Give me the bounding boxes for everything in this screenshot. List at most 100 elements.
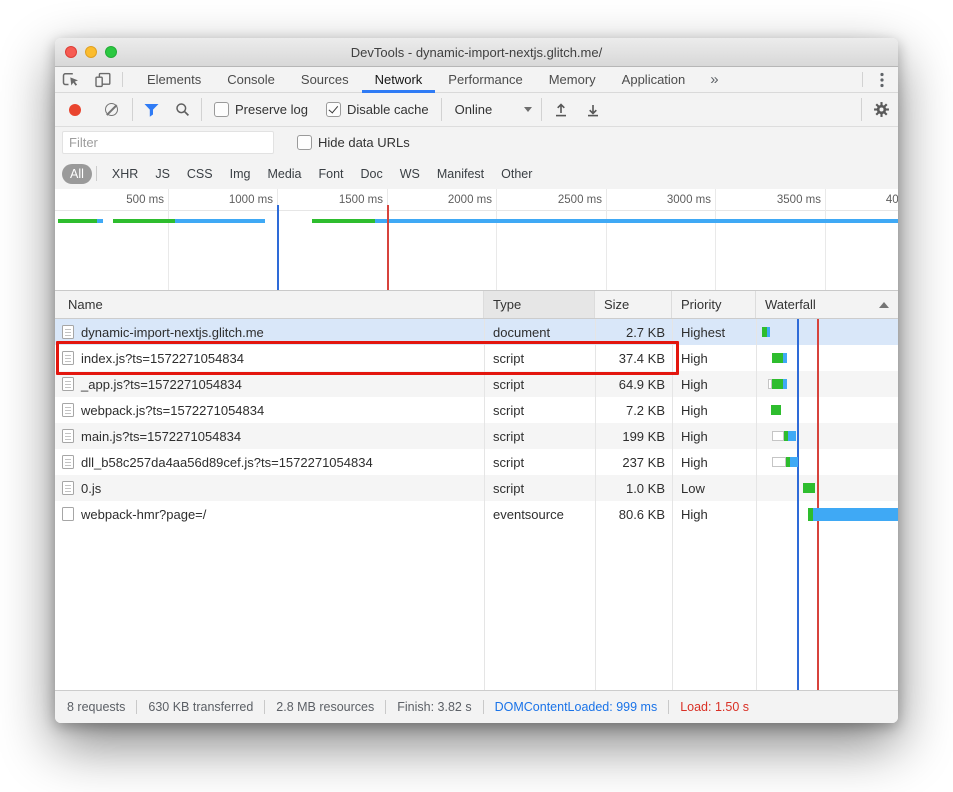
document-icon [62, 377, 74, 391]
separator [132, 98, 133, 121]
import-har-button[interactable] [545, 93, 577, 126]
filter-pill-js[interactable]: JS [147, 164, 178, 184]
disable-cache-control: Disable cache [326, 102, 429, 117]
priority-cell: High [672, 345, 756, 371]
waterfall-cell [756, 319, 898, 345]
priority-cell: High [672, 423, 756, 449]
size-cell: 199 KB [595, 423, 672, 449]
inspect-element-button[interactable] [55, 67, 87, 92]
overview-waterfall-bar [175, 219, 265, 223]
waterfall-bar [771, 405, 781, 415]
column-header-waterfall[interactable]: Waterfall [756, 291, 898, 318]
size-cell: 7.2 KB [595, 397, 672, 423]
column-label: Name [68, 297, 103, 312]
table-row[interactable]: _app.js?ts=1572271054834script64.9 KBHig… [55, 371, 898, 397]
status-separator [483, 700, 484, 714]
overview-pane[interactable]: 500 ms1000 ms1500 ms2000 ms2500 ms3000 m… [55, 189, 898, 291]
tab-sources[interactable]: Sources [288, 67, 362, 92]
tab-elements[interactable]: Elements [134, 67, 214, 92]
filter-toggle-button[interactable] [136, 93, 167, 126]
filter-pill-font[interactable]: Font [311, 164, 352, 184]
request-grid: Name Type Size Priority Waterfall dynami… [55, 291, 898, 690]
type-cell: script [484, 475, 595, 501]
filter-pill-ws[interactable]: WS [392, 164, 428, 184]
status-item: 630 KB transferred [148, 700, 253, 714]
export-har-button[interactable] [577, 93, 609, 126]
gear-icon [873, 101, 890, 118]
name-cell: dynamic-import-nextjs.glitch.me [55, 319, 484, 345]
filter-pill-css[interactable]: CSS [179, 164, 221, 184]
preserve-log-checkbox[interactable] [214, 102, 229, 117]
table-row[interactable]: webpack.js?ts=1572271054834script7.2 KBH… [55, 397, 898, 423]
column-header-size[interactable]: Size [595, 291, 672, 318]
status-bar: 8 requests630 KB transferred2.8 MB resou… [55, 690, 898, 723]
throttling-select[interactable]: Online [455, 102, 533, 117]
size-cell: 64.9 KB [595, 371, 672, 397]
disable-cache-checkbox[interactable] [326, 102, 341, 117]
network-settings-button[interactable] [865, 93, 898, 126]
close-window-button[interactable] [65, 46, 77, 58]
minimize-window-button[interactable] [85, 46, 97, 58]
ruler-tick-label: 3000 ms [605, 194, 711, 206]
network-toolbar: Preserve log Disable cache Online [55, 93, 898, 127]
waterfall-bar [772, 431, 784, 441]
devtools-window: DevTools - dynamic-import-nextjs.glitch.… [55, 38, 898, 723]
column-header-name[interactable]: Name [55, 291, 484, 318]
filter-pill-img[interactable]: Img [222, 164, 259, 184]
column-header-type[interactable]: Type [484, 291, 595, 318]
name-cell: index.js?ts=1572271054834 [55, 345, 484, 371]
waterfall-cell [756, 423, 898, 449]
column-separator [595, 319, 596, 690]
status-separator [668, 700, 669, 714]
tab-network[interactable]: Network [362, 67, 436, 92]
table-row[interactable]: 0.jsscript1.0 KBLow [55, 475, 898, 501]
column-label: Type [493, 297, 521, 312]
zoom-window-button[interactable] [105, 46, 117, 58]
request-name: webpack-hmr?page=/ [81, 507, 206, 522]
filter-pill-xhr[interactable]: XHR [104, 164, 146, 184]
name-cell: dll_b58c257da4aa56d89cef.js?ts=157227105… [55, 449, 484, 475]
table-row[interactable]: dynamic-import-nextjs.glitch.medocument2… [55, 319, 898, 345]
filter-pill-media[interactable]: Media [259, 164, 309, 184]
device-toolbar-icon [95, 72, 111, 88]
tab-memory[interactable]: Memory [536, 67, 609, 92]
priority-cell: High [672, 449, 756, 475]
separator [861, 98, 862, 121]
filter-pill-all[interactable]: All [62, 164, 92, 184]
filter-pill-other[interactable]: Other [493, 164, 540, 184]
table-row[interactable]: main.js?ts=1572271054834script199 KBHigh [55, 423, 898, 449]
disable-cache-label: Disable cache [347, 102, 429, 117]
device-toolbar-button[interactable] [87, 67, 119, 92]
tab-application[interactable]: Application [609, 67, 699, 92]
screenshot-stage: DevTools - dynamic-import-nextjs.glitch.… [0, 0, 953, 792]
chevron-down-icon [524, 107, 532, 112]
waterfall-cell [756, 345, 898, 371]
table-row[interactable]: webpack-hmr?page=/eventsource80.6 KBHigh [55, 501, 898, 527]
name-cell: webpack.js?ts=1572271054834 [55, 397, 484, 423]
tab-performance[interactable]: Performance [435, 67, 535, 92]
column-label: Size [604, 297, 629, 312]
devtools-menu-button[interactable] [866, 67, 898, 92]
window-title: DevTools - dynamic-import-nextjs.glitch.… [55, 45, 898, 60]
tab-console[interactable]: Console [214, 67, 288, 92]
document-icon [62, 429, 74, 443]
filter-row: Hide data URLs [55, 127, 898, 158]
column-header-priority[interactable]: Priority [672, 291, 756, 318]
tabbar-spacer [731, 67, 859, 92]
ruler-tick-label: 2000 ms [386, 194, 492, 206]
domcontentloaded-line [797, 319, 799, 690]
overview-waterfall-bar [375, 219, 898, 223]
record-network-log-button[interactable] [69, 104, 81, 116]
type-cell: script [484, 423, 595, 449]
table-row[interactable]: index.js?ts=1572271054834script37.4 KBHi… [55, 345, 898, 371]
load-line [817, 319, 819, 690]
type-cell: script [484, 449, 595, 475]
more-tabs-button[interactable]: » [698, 67, 730, 92]
hide-data-urls-checkbox[interactable] [297, 135, 312, 150]
search-button[interactable] [167, 93, 198, 126]
filter-input[interactable] [62, 131, 274, 154]
filter-pill-doc[interactable]: Doc [353, 164, 391, 184]
filter-pill-manifest[interactable]: Manifest [429, 164, 492, 184]
table-row[interactable]: dll_b58c257da4aa56d89cef.js?ts=157227105… [55, 449, 898, 475]
clear-network-log-button[interactable] [105, 103, 118, 116]
